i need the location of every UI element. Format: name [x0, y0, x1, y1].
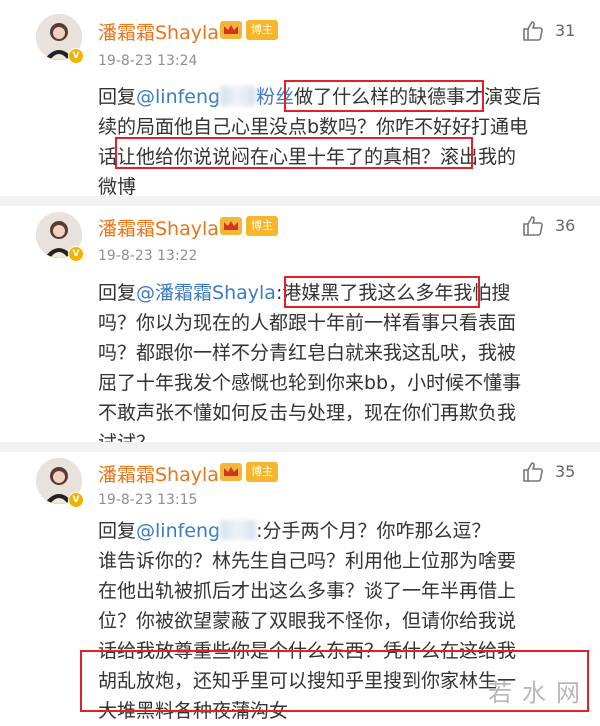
- reply-text: 回复@linfeng 粉丝做了什么样的缺德事才演变后 续的局面他自己心里没点b数吗…: [98, 82, 578, 202]
- thumbs-up-icon[interactable]: [521, 460, 545, 484]
- like-count: 31: [555, 21, 576, 40]
- comment-1: V 潘霜霜Shayla 博主 19-8-23 13:24 31 回复@linfe…: [0, 0, 600, 198]
- thumbs-up-icon[interactable]: [521, 214, 545, 238]
- reply-line: 屈了十年我发个感慨也轮到你来bb，小时候不懂事: [98, 372, 522, 394]
- reply-prefix: 回复: [98, 282, 137, 304]
- reply-line: 做了什么样的缺德事才演变后: [294, 86, 542, 108]
- reply-line: 吗？你以为现在的人都跟十年前一样看事只看表面: [98, 312, 517, 334]
- mention-link[interactable]: @linfeng: [136, 520, 220, 542]
- reply-prefix: 回复: [98, 86, 137, 108]
- reply-text: 回复@潘霜霜Shayla:港媒黑了我这么多年我怕搜 吗？你以为现在的人都跟十年前…: [98, 278, 578, 458]
- reply-line: 位？你被欲望蒙蔽了双眼我不怪你，但请你给我说: [98, 610, 517, 632]
- reply-line: 话让他给你说说闷在心里十年了的真相？滚出我的: [98, 146, 517, 168]
- mention-tail: 粉丝: [256, 86, 295, 108]
- thumbs-up-icon[interactable]: [521, 19, 545, 43]
- reply-line: 续的局面他自己心里没点b数吗？你咋不好好打通电: [98, 116, 529, 138]
- mention-link[interactable]: @潘霜霜Shayla: [136, 282, 276, 304]
- reply-line: 不敢声张不懂如何反击与处理，现在你们再欺负我: [98, 402, 517, 424]
- like-count: 36: [555, 216, 576, 235]
- verified-icon: V: [68, 246, 84, 262]
- comment-time: 19-8-23 13:15: [98, 492, 198, 508]
- like-count: 35: [555, 462, 576, 481]
- comment-2: V 潘霜霜Shayla 博主 19-8-23 13:22 36 回复@潘霜霜Sh…: [0, 206, 600, 454]
- author-badge: 博主: [246, 462, 278, 482]
- reply-line: 在他出轨被抓后才出这么多事？谈了一年半再借上: [98, 580, 517, 602]
- crown-icon: [220, 21, 242, 39]
- watermark: 若水网: [488, 679, 590, 707]
- divider: [0, 196, 600, 206]
- comment-time: 19-8-23 13:22: [98, 248, 198, 264]
- author-badge: 博主: [246, 216, 278, 236]
- verified-icon: V: [68, 492, 84, 508]
- redacted-blur: [220, 86, 257, 106]
- reply-line: 谁告诉你的？林先生自己吗？利用他上位那为啥要: [98, 550, 517, 572]
- redacted-blur: [220, 520, 257, 540]
- mention-link[interactable]: @linfeng: [136, 86, 220, 108]
- reply-line: :分手两个月？你咋那么逗？: [256, 520, 491, 542]
- crown-icon: [220, 463, 242, 481]
- divider: [0, 442, 600, 452]
- crown-icon: [220, 217, 242, 235]
- reply-line: 吗？都跟你一样不分青红皂白就来我这乱吠，我被: [98, 342, 517, 364]
- reply-line: :港媒黑了我这么多年我怕搜: [275, 282, 511, 304]
- verified-icon: V: [68, 48, 84, 64]
- author-badge: 博主: [246, 20, 278, 40]
- user-name[interactable]: 潘霜霜Shayla: [98, 214, 219, 241]
- user-name[interactable]: 潘霜霜Shayla: [98, 18, 219, 45]
- reply-prefix: 回复: [98, 520, 137, 542]
- comment-time: 19-8-23 13:24: [98, 53, 198, 69]
- user-name[interactable]: 潘霜霜Shayla: [98, 460, 219, 487]
- reply-line: 话给我放尊重些你是个什么东西？凭什么在这给我: [98, 640, 517, 662]
